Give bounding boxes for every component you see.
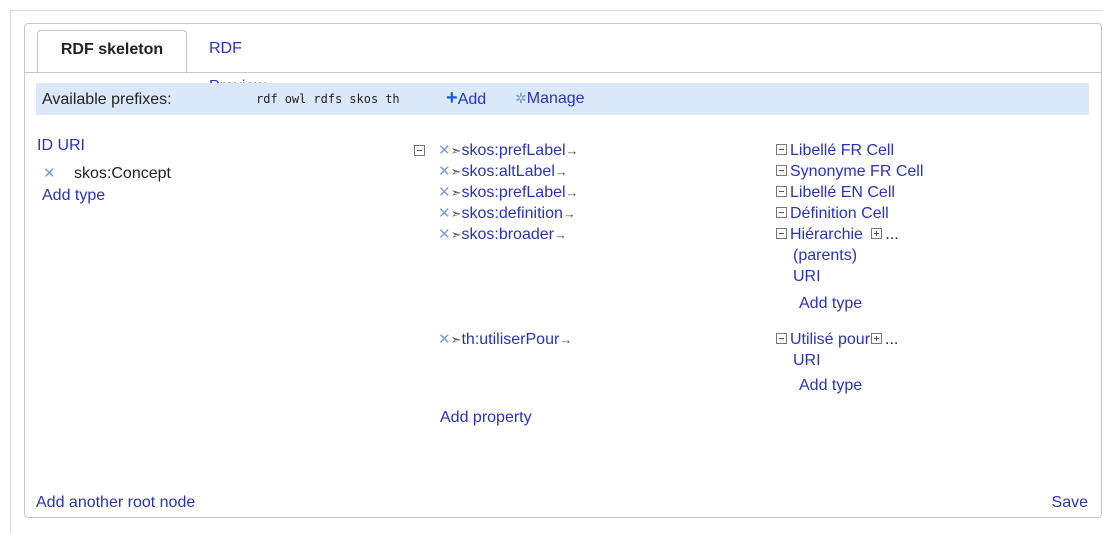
tab-rdf-preview[interactable]: RDF Preview <box>209 30 266 95</box>
tab-divider <box>25 72 1101 73</box>
root-type-row: ✕ skos:Concept <box>43 164 171 184</box>
property-link[interactable]: th:utiliserPour <box>461 331 559 348</box>
add-property-link[interactable]: Add property <box>440 408 532 428</box>
collapse-icon[interactable] <box>776 333 787 345</box>
remove-type-icon[interactable]: ✕ <box>43 165 56 182</box>
target-node: Définition Cell <box>776 204 889 224</box>
collapse-icon[interactable] <box>776 207 787 219</box>
target-node: Libellé EN Cell <box>776 183 895 203</box>
target-cell-link[interactable]: Définition Cell <box>790 205 889 222</box>
target-cell-link[interactable]: Libellé EN Cell <box>790 184 895 201</box>
add-root-node-link[interactable]: Add another root node <box>36 493 195 513</box>
add-prefix-button[interactable]: +Add <box>446 87 487 109</box>
prefix-owl[interactable]: owl <box>285 92 307 106</box>
target-node: Synonyme FR Cell <box>776 162 923 182</box>
prefix-rdfs[interactable]: rdfs <box>313 92 342 106</box>
save-button[interactable]: Save <box>1052 493 1088 513</box>
arrow-icon: → <box>565 143 579 158</box>
property-row: ✕➣skos:altLabel→ <box>438 162 568 182</box>
target-cell-link-continued[interactable]: (parents) <box>793 246 857 266</box>
target-node: Utilisé pour... <box>776 330 898 350</box>
prefix-bar: Available prefixes: rdf owl rdfs skos th +Ad… <box>36 83 1089 115</box>
target-uri-link[interactable]: URI <box>793 267 821 287</box>
target-cell-link[interactable]: Synonyme FR Cell <box>790 163 923 180</box>
arrow-icon: → <box>553 227 567 242</box>
property-link[interactable]: skos:broader <box>461 226 554 243</box>
target-add-type-link[interactable]: Add type <box>799 294 862 314</box>
ellipsis-text: ... <box>885 226 899 243</box>
prefix-rdf[interactable]: rdf <box>256 92 278 106</box>
remove-property-icon[interactable]: ✕ <box>438 163 451 180</box>
property-row: ✕➣th:utiliserPour→ <box>438 330 572 350</box>
collapse-icon[interactable] <box>776 228 787 240</box>
root-add-type-link[interactable]: Add type <box>42 186 105 206</box>
property-link[interactable]: skos:prefLabel <box>461 184 565 201</box>
arrow-head-icon: ➣ <box>450 143 462 158</box>
collapse-icon[interactable] <box>776 186 787 198</box>
remove-property-icon[interactable]: ✕ <box>438 226 451 243</box>
property-row: ✕➣skos:broader→ <box>438 225 567 245</box>
arrow-icon: → <box>565 185 579 200</box>
add-prefix-label: Add <box>457 91 487 108</box>
manage-prefixes-button[interactable]: ✲Manage <box>515 90 585 108</box>
tab-rdf-skeleton[interactable]: RDF skeleton <box>37 30 187 74</box>
remove-property-icon[interactable]: ✕ <box>438 184 451 201</box>
target-cell-link[interactable]: Utilisé pour <box>790 331 870 348</box>
left-border <box>10 10 11 533</box>
ellipsis-text: ... <box>885 331 899 348</box>
property-link[interactable]: skos:prefLabel <box>461 142 565 159</box>
collapse-icon[interactable] <box>776 144 787 156</box>
arrow-head-icon: ➣ <box>450 164 462 179</box>
remove-property-icon[interactable]: ✕ <box>438 331 451 348</box>
collapse-icon[interactable] <box>776 165 787 177</box>
remove-property-icon[interactable]: ✕ <box>438 142 451 159</box>
arrow-head-icon: ➣ <box>450 332 462 347</box>
target-uri-link[interactable]: URI <box>793 351 821 371</box>
collapse-icon <box>414 145 425 157</box>
plus-icon: + <box>446 87 458 109</box>
prefix-skos[interactable]: skos <box>349 92 378 106</box>
property-link[interactable]: skos:altLabel <box>461 163 554 180</box>
manage-prefixes-label: Manage <box>526 90 585 107</box>
target-cell-link[interactable]: Libellé FR Cell <box>790 142 894 159</box>
rdf-schema-panel: RDF skeleton RDF Preview Available prefi… <box>24 23 1102 518</box>
expand-icon[interactable] <box>871 333 883 345</box>
target-node: Libellé FR Cell <box>776 141 894 161</box>
arrow-head-icon: ➣ <box>450 206 462 221</box>
property-link[interactable]: skos:definition <box>461 205 562 222</box>
target-add-type-link[interactable]: Add type <box>799 376 862 396</box>
arrow-icon: → <box>554 164 568 179</box>
collapse-properties-toggle[interactable] <box>414 142 428 162</box>
arrow-icon: → <box>562 206 576 221</box>
property-row: ✕➣skos:prefLabel→ <box>438 183 579 203</box>
gear-icon: ✲ <box>515 90 527 106</box>
expand-icon[interactable] <box>871 228 883 240</box>
arrow-icon: → <box>559 332 573 347</box>
prefix-list: rdf owl rdfs skos th <box>256 92 407 106</box>
root-type-label: skos:Concept <box>74 165 171 182</box>
target-node: Hiérarchie ... <box>776 225 899 245</box>
top-border <box>10 10 1103 11</box>
property-row: ✕➣skos:definition→ <box>438 204 576 224</box>
remove-property-icon[interactable]: ✕ <box>438 205 451 222</box>
property-row: ✕➣skos:prefLabel→ <box>438 141 579 161</box>
prefix-th[interactable]: th <box>385 92 399 106</box>
target-cell-link[interactable]: Hiérarchie <box>790 226 863 243</box>
root-subject-link[interactable]: ID URI <box>37 136 85 156</box>
arrow-head-icon: ➣ <box>450 185 462 200</box>
arrow-head-icon: ➣ <box>450 227 462 242</box>
prefixes-label: Available prefixes: <box>42 91 172 108</box>
